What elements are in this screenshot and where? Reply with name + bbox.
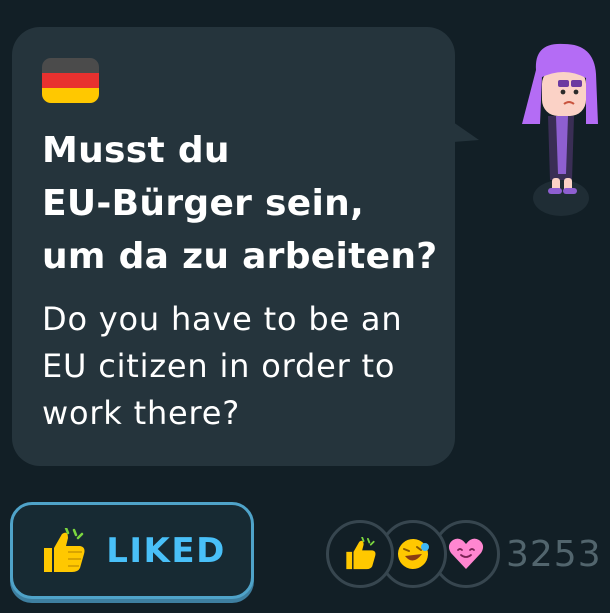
thumbs-up-icon bbox=[44, 527, 85, 572]
sentence-translation: Do you have to be an EU citizen in order… bbox=[42, 300, 403, 432]
laughing-emoji-icon bbox=[398, 539, 429, 569]
germany-flag-icon bbox=[42, 58, 99, 103]
thumbs-up-icon bbox=[346, 537, 376, 570]
character-avatar bbox=[522, 43, 598, 216]
sentence-title: Musst du EU-Bürger sein, um da zu arbeit… bbox=[42, 130, 438, 277]
page: Musst du EU-Bürger sein, um da zu arbeit… bbox=[0, 0, 610, 613]
liked-label: LIKED bbox=[106, 530, 226, 571]
speech-bubble-tail bbox=[453, 122, 479, 142]
heart-face-icon bbox=[448, 538, 484, 569]
reaction-count: 3253 bbox=[506, 534, 602, 575]
liked-button[interactable]: LIKED bbox=[10, 502, 254, 599]
reactions-group[interactable] bbox=[326, 520, 500, 594]
reaction-thumbs-up[interactable] bbox=[326, 520, 394, 588]
